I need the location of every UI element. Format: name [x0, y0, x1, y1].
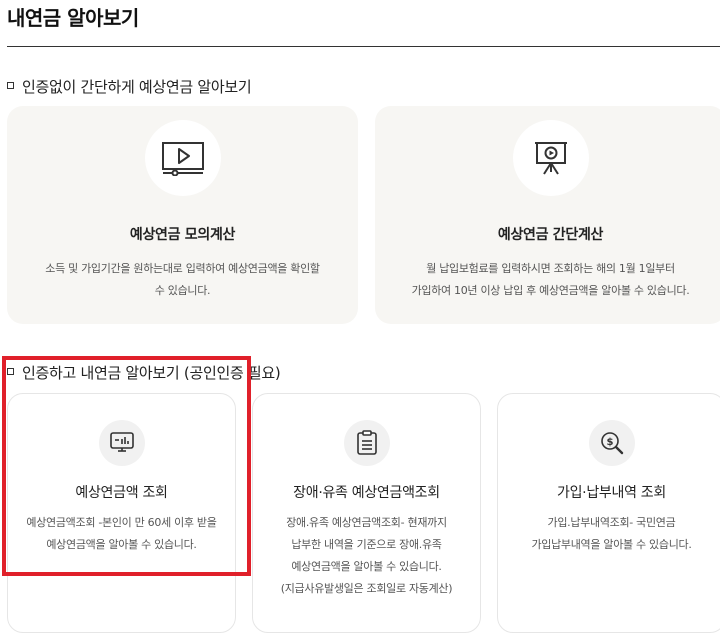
card-title: 예상연금 간단계산 — [497, 227, 604, 243]
card-description: 가입.납부내역조회- 국민연금 가입납부내역을 알아볼 수 있습니다. — [531, 516, 692, 551]
video-play-icon — [144, 120, 221, 196]
title-divider — [7, 46, 720, 47]
highlight-box — [2, 356, 251, 576]
card-disability-survivor[interactable]: 장애·유족 예상연금액조회 장애.유족 예상연금액조회- 현재까지 납부한 내역… — [252, 393, 481, 633]
card-simulation-calc[interactable]: 예상연금 모의계산 소득 및 가입기간을 원하는대로 입력하여 예상연금액을 확… — [7, 106, 358, 324]
card-subscription-payment[interactable]: $ 가입·납부내역 조회 가입.납부내역조회- 국민연금 가입납부내역을 알아볼… — [497, 393, 720, 633]
card-title: 장애·유족 예상연금액조회 — [293, 485, 440, 501]
section-heading-no-auth: 인증없이 간단하게 예상연금 알아보기 — [7, 76, 252, 97]
card-title: 예상연금 모의계산 — [129, 227, 236, 243]
section-heading-text: 인증없이 간단하게 예상연금 알아보기 — [22, 78, 252, 96]
card-description: 소득 및 가입기간을 원하는대로 입력하여 예상연금액을 확인할 수 있습니다. — [45, 262, 320, 297]
money-search-icon: $ — [588, 420, 635, 466]
card-title: 가입·납부내역 조회 — [557, 485, 666, 501]
square-bullet-icon — [7, 82, 14, 89]
clipboard-icon — [343, 420, 390, 466]
presentation-play-icon — [512, 120, 589, 196]
card-description: 월 납입보험료를 입력하시면 조회하는 해의 1월 1일부터 가입하여 10년 … — [411, 262, 690, 297]
card-simple-calc[interactable]: 예상연금 간단계산 월 납입보험료를 입력하시면 조회하는 해의 1월 1일부터… — [375, 106, 720, 324]
page-title: 내연금 알아보기 — [7, 6, 139, 30]
card-description: 장애.유족 예상연금액조회- 현재까지 납부한 내역을 기준으로 장애.유족 예… — [280, 516, 453, 595]
svg-text:$: $ — [606, 437, 613, 448]
